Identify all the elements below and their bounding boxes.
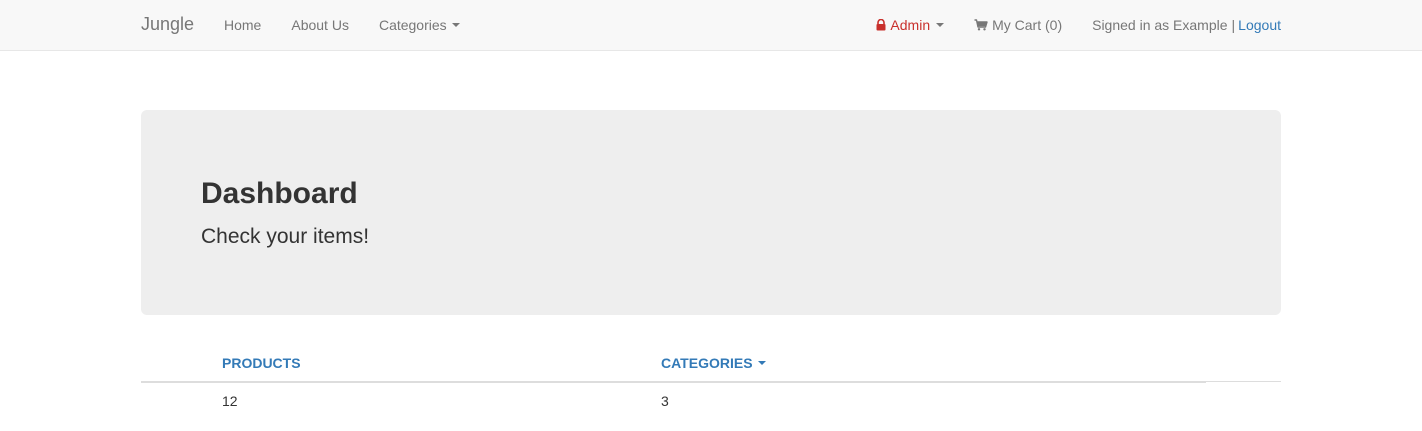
signed-in-text: Signed in as Example [1092,17,1228,33]
categories-count: 3 [661,393,669,409]
table-header-underline [141,381,1206,383]
main-nav: Home About Us Categories [224,0,490,50]
nav-about-link[interactable]: About Us [291,15,349,35]
products-header-label: PRODUCTS [222,355,301,371]
my-cart-link[interactable]: My Cart (0) [974,17,1062,33]
nav-categories-dropdown[interactable]: Categories [379,15,460,35]
page-subtitle: Check your items! [201,225,370,248]
lock-icon [876,19,886,31]
page-title: Dashboard [201,177,358,210]
products-header[interactable]: PRODUCTS [222,355,301,371]
caret-down-icon [757,361,766,365]
shopping-cart-icon [974,19,988,31]
admin-label: Admin [890,17,931,33]
products-count: 12 [222,393,238,409]
dashboard-jumbotron: Dashboard Check your items! [141,110,1281,315]
brand-link[interactable]: Jungle [141,14,194,34]
user-nav: Admin My Cart (0) Signed in as Example |… [876,0,1281,50]
my-cart-label: My Cart (0) [992,17,1063,33]
separator: | [1231,17,1236,33]
signed-in-status: Signed in as Example | Logout [1092,17,1281,33]
top-navbar: Jungle Home About Us Categories Admin My… [0,0,1422,51]
categories-header-dropdown[interactable]: CATEGORIES [661,355,766,371]
nav-home-link[interactable]: Home [224,15,261,35]
logout-link[interactable]: Logout [1238,17,1281,33]
caret-down-icon [451,23,460,27]
navbar-container: Jungle Home About Us Categories Admin My… [141,0,1281,50]
caret-down-icon [936,23,945,27]
categories-header-label: CATEGORIES [661,355,753,371]
admin-dropdown[interactable]: Admin [876,15,945,35]
nav-categories-label: Categories [378,17,447,33]
